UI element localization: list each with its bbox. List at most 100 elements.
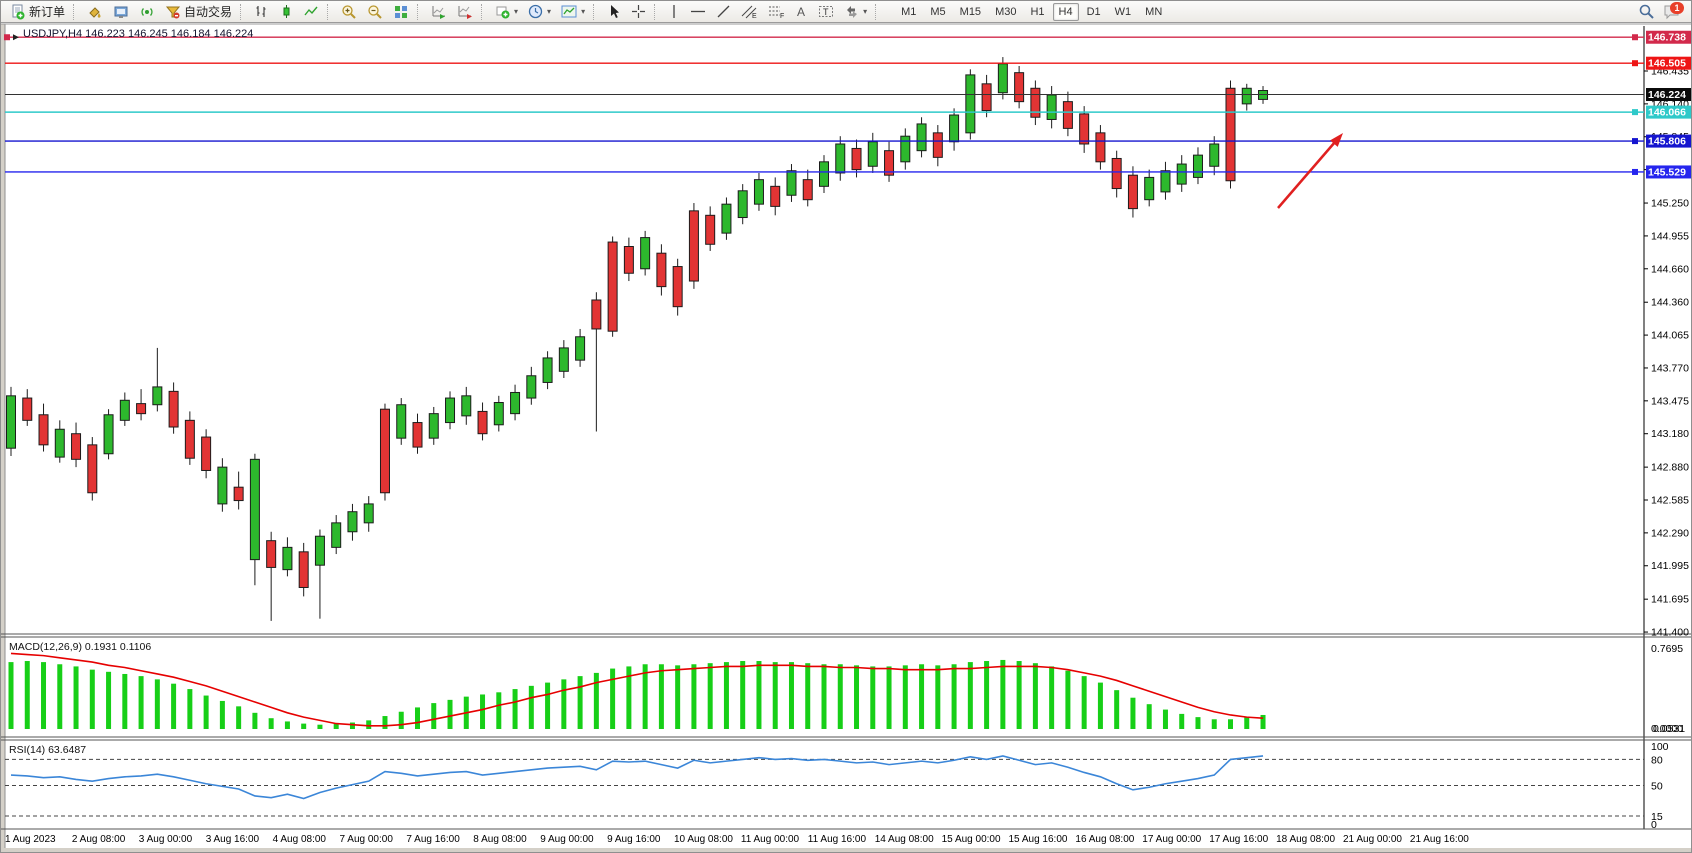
channel-tool-button[interactable]: E [736, 2, 763, 21]
svg-text:17 Aug 16:00: 17 Aug 16:00 [1209, 834, 1268, 845]
templates-button[interactable]: ▾ [556, 2, 590, 21]
line-chart-mode-button[interactable] [299, 2, 324, 21]
signal-icon [139, 4, 155, 20]
svg-text:A: A [797, 5, 805, 19]
timeframe-w1-button[interactable]: W1 [1109, 3, 1138, 21]
indicators-button[interactable]: ▾ [490, 2, 523, 21]
toolbar: 新订单 自动交易 ▾ ▾ ▾ E F A T ▾ [1, 1, 1692, 23]
toolbar-separator [327, 4, 333, 20]
chart-shift-button[interactable] [452, 2, 478, 21]
svg-text:146.505: 146.505 [1648, 58, 1686, 70]
svg-text:100: 100 [1651, 741, 1669, 753]
toolbar-separator [417, 4, 423, 20]
styler-button[interactable] [82, 2, 108, 21]
svg-text:9 Aug 00:00: 9 Aug 00:00 [540, 834, 594, 845]
tile-windows-icon [393, 4, 409, 20]
timeframe-m15-button[interactable]: M15 [954, 3, 987, 21]
timeframe-m30-button[interactable]: M30 [989, 3, 1022, 21]
horizontal-line-icon [690, 4, 706, 19]
zoom-in-button[interactable] [336, 2, 362, 21]
auto-scroll-button[interactable] [426, 2, 452, 21]
svg-text:144.955: 144.955 [1651, 230, 1689, 242]
auto-trading-button[interactable]: 自动交易 [160, 2, 237, 21]
svg-text:144.660: 144.660 [1651, 263, 1689, 275]
zoom-out-button[interactable] [362, 2, 388, 21]
vertical-line-icon [668, 4, 680, 19]
auto-scroll-icon [431, 4, 447, 19]
candlestick-icon [279, 4, 294, 19]
svg-text:141.400: 141.400 [1651, 627, 1689, 639]
periods-button[interactable]: ▾ [523, 2, 556, 21]
svg-text:145.806: 145.806 [1648, 136, 1686, 148]
svg-text:145.529: 145.529 [1648, 166, 1686, 178]
svg-text:11 Aug 00:00: 11 Aug 00:00 [741, 834, 800, 845]
chevron-down-icon: ▾ [514, 7, 518, 16]
timeframe-mn-button[interactable]: MN [1139, 3, 1168, 21]
svg-text:142.585: 142.585 [1651, 495, 1689, 507]
horizontal-line-tool-button[interactable] [685, 2, 711, 21]
svg-text:T: T [823, 7, 829, 17]
text-tool-button[interactable]: A [790, 2, 813, 21]
timeframe-m1-button[interactable]: M1 [895, 3, 922, 21]
toolbar-separator [73, 4, 79, 20]
arrows-tool-button[interactable]: ▾ [839, 2, 872, 21]
ohlc-bars-icon [254, 4, 269, 19]
svg-text:17 Aug 00:00: 17 Aug 00:00 [1142, 834, 1201, 845]
tile-windows-button[interactable] [388, 2, 414, 21]
new-order-button[interactable]: 新订单 [5, 2, 70, 21]
svg-text:0: 0 [1651, 819, 1657, 831]
timeframe-h1-button[interactable]: H1 [1024, 3, 1050, 21]
search-icon[interactable] [1638, 3, 1655, 20]
timeframe-m5-button[interactable]: M5 [924, 3, 951, 21]
chart-shift-icon [457, 4, 473, 19]
notifications-button[interactable]: 1 [1663, 3, 1681, 21]
timeframe-d1-button[interactable]: D1 [1081, 3, 1107, 21]
svg-text:4 Aug 08:00: 4 Aug 08:00 [273, 834, 327, 845]
price-chart[interactable]: 146.435146.140145.845145.550145.250144.9… [1, 1, 1692, 853]
crosshair-button[interactable] [626, 2, 651, 21]
svg-text:0.7695: 0.7695 [1651, 643, 1683, 655]
auto-trading-label: 自动交易 [184, 3, 232, 20]
zoom-in-icon [341, 4, 357, 20]
timeframe-h4-button[interactable]: H4 [1053, 3, 1079, 21]
svg-text:1 Aug 2023: 1 Aug 2023 [5, 834, 56, 845]
vertical-line-tool-button[interactable] [663, 2, 685, 21]
indicators-icon [495, 4, 510, 19]
text-label-tool-button[interactable]: T [813, 2, 839, 21]
toolbar-separator [654, 4, 660, 20]
toolbar-separator [875, 4, 881, 20]
rsi-indicator-label: RSI(14) 63.6487 [9, 744, 86, 756]
market-watch-button[interactable] [108, 2, 134, 21]
svg-text:142.290: 142.290 [1651, 527, 1689, 539]
new-order-label: 新订单 [29, 3, 65, 20]
auto-trading-icon [165, 4, 181, 20]
svg-text:7 Aug 16:00: 7 Aug 16:00 [406, 834, 460, 845]
text-label-icon: T [818, 4, 834, 19]
crosshair-icon [631, 4, 646, 19]
svg-text:2 Aug 08:00: 2 Aug 08:00 [72, 834, 126, 845]
trendline-tool-button[interactable] [711, 2, 736, 21]
svg-text:146.066: 146.066 [1648, 107, 1686, 119]
arrows-icon [844, 4, 859, 19]
candle-chart-mode-button[interactable] [274, 2, 299, 21]
new-order-icon [10, 4, 26, 20]
line-chart-icon [304, 4, 319, 19]
svg-text:146.224: 146.224 [1648, 89, 1686, 101]
svg-text:145.250: 145.250 [1651, 198, 1689, 210]
bar-chart-mode-button[interactable] [249, 2, 274, 21]
fibonacci-tool-button[interactable]: F [763, 2, 790, 21]
cursor-button[interactable] [602, 2, 626, 21]
svg-text:10 Aug 08:00: 10 Aug 08:00 [674, 834, 733, 845]
chevron-down-icon: ▾ [581, 7, 585, 16]
svg-text:143.180: 143.180 [1651, 428, 1689, 440]
svg-text:14 Aug 08:00: 14 Aug 08:00 [875, 834, 934, 845]
chevron-down-icon: ▾ [863, 7, 867, 16]
signals-button[interactable] [134, 2, 160, 21]
svg-text:142.880: 142.880 [1651, 462, 1689, 474]
svg-text:0.0531: 0.0531 [1653, 723, 1685, 735]
cursor-arrow-icon [607, 4, 621, 19]
svg-text:21 Aug 16:00: 21 Aug 16:00 [1410, 834, 1469, 845]
svg-text:144.065: 144.065 [1651, 330, 1689, 342]
svg-text:21 Aug 00:00: 21 Aug 00:00 [1343, 834, 1402, 845]
mt4-window: 新订单 自动交易 ▾ ▾ ▾ E F A T ▾ [0, 0, 1692, 853]
